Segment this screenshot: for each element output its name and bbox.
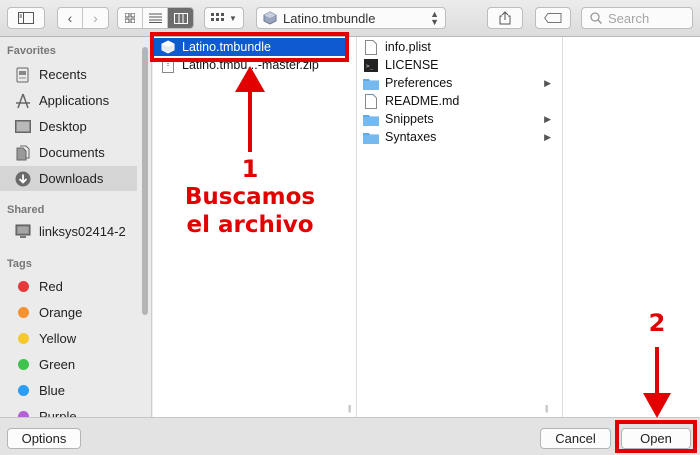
arrow-up-icon (235, 66, 265, 152)
step-1-line-1: Buscamos (184, 184, 316, 210)
step-1-text: Buscamos el archivo (170, 183, 330, 239)
annotation-arrows (235, 66, 671, 418)
arrow-down-icon (643, 347, 671, 418)
step-1-line-2: el archivo (186, 212, 314, 238)
step-1-number: 1 (241, 155, 259, 183)
step-2-number: 2 (648, 309, 666, 337)
